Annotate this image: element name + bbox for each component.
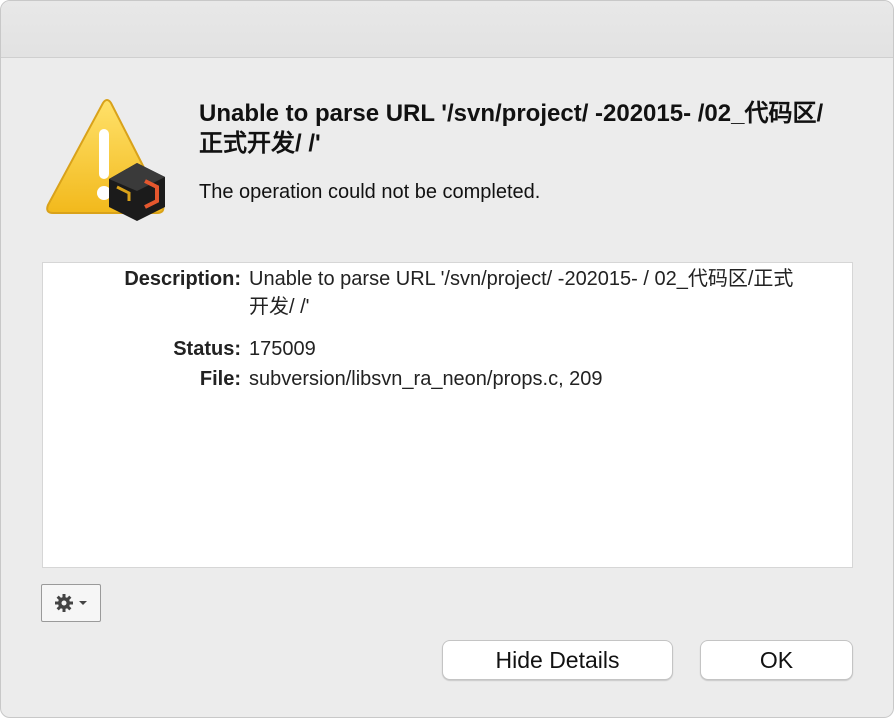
- chevron-down-icon: [79, 601, 87, 605]
- status-value: 175009: [249, 338, 316, 360]
- hide-details-button[interactable]: Hide Details: [442, 640, 673, 680]
- status-label: Status:: [173, 338, 241, 360]
- file-label: File:: [199, 368, 241, 390]
- error-subtitle: The operation could not be completed.: [199, 181, 541, 203]
- title-bar[interactable]: [1, 1, 893, 58]
- gear-icon: [55, 594, 73, 612]
- ok-button[interactable]: OK: [700, 640, 853, 680]
- warning-triangle-icon: [41, 97, 171, 223]
- description-value: Unable to parse URL '/svn/project/ -2020…: [249, 268, 794, 318]
- description-label: Description:: [124, 268, 241, 290]
- error-dialog-window: Unable to parse URL '/svn/project/ -2020…: [0, 0, 894, 718]
- error-title: Unable to parse URL '/svn/project/ -2020…: [199, 100, 824, 157]
- details-panel: Description: Unable to parse URL '/svn/p…: [42, 262, 853, 568]
- file-value: subversion/libsvn_ra_neon/props.c, 209: [249, 368, 603, 390]
- action-menu-button[interactable]: [41, 584, 101, 622]
